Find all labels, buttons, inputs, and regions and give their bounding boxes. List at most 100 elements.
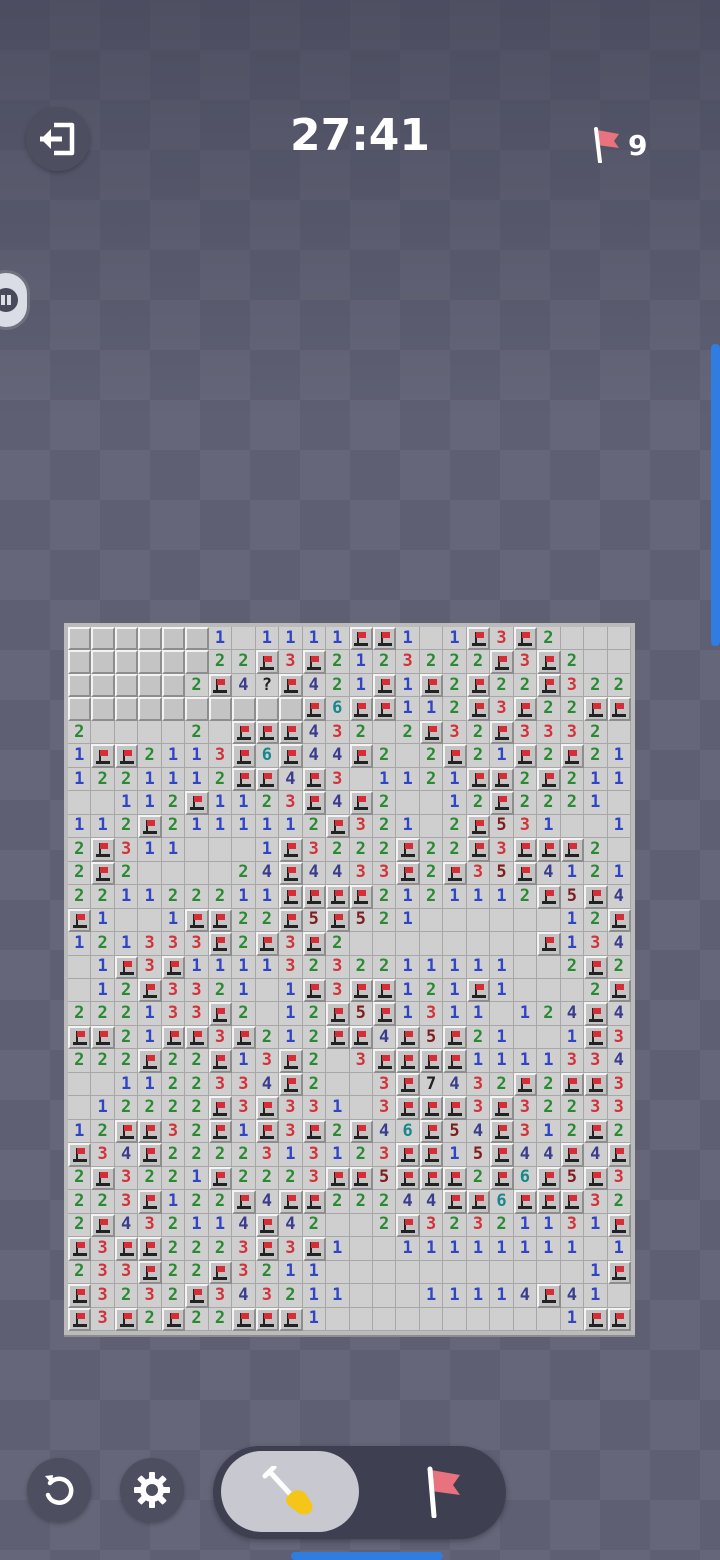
flagged-tile[interactable] (302, 1190, 327, 1214)
flagged-tile[interactable] (466, 979, 491, 1003)
hidden-tile[interactable] (114, 650, 139, 674)
flagged-tile[interactable] (349, 979, 373, 1003)
flagged-tile[interactable] (302, 979, 327, 1003)
flagged-tile[interactable] (584, 1025, 608, 1050)
flagged-tile[interactable] (443, 1096, 467, 1120)
flagged-tile[interactable] (607, 1143, 631, 1167)
flagged-tile[interactable] (396, 1025, 420, 1050)
flagged-tile[interactable] (513, 861, 538, 886)
flagged-tile[interactable] (372, 1049, 397, 1073)
settings-button[interactable] (120, 1458, 184, 1522)
flagged-tile[interactable] (232, 744, 256, 768)
undo-button[interactable] (27, 1458, 91, 1522)
hidden-tile[interactable] (138, 650, 162, 674)
flagged-tile[interactable] (607, 697, 631, 721)
hidden-tile[interactable] (91, 697, 115, 721)
flagged-tile[interactable] (208, 1002, 233, 1026)
chat-button[interactable] (0, 270, 30, 330)
hidden-tile[interactable] (185, 650, 209, 674)
flagged-tile[interactable] (490, 767, 514, 792)
flagged-tile[interactable] (372, 627, 397, 651)
flagged-tile[interactable] (513, 1190, 538, 1214)
flagged-tile[interactable] (279, 744, 303, 768)
flagged-tile[interactable] (326, 814, 350, 839)
flagged-tile[interactable] (537, 650, 561, 674)
flagged-tile[interactable] (349, 1119, 373, 1144)
exit-button[interactable] (26, 107, 90, 171)
flagged-tile[interactable] (419, 1119, 444, 1144)
flagged-tile[interactable] (279, 908, 303, 933)
flagged-tile[interactable] (466, 767, 491, 792)
flagged-tile[interactable] (138, 1119, 162, 1144)
hidden-tile[interactable] (185, 697, 209, 721)
flagged-tile[interactable] (584, 885, 608, 909)
flagged-tile[interactable] (396, 861, 420, 886)
flagged-tile[interactable] (466, 627, 491, 651)
flagged-tile[interactable] (161, 1307, 186, 1331)
flagged-tile[interactable] (302, 1119, 327, 1144)
flagged-tile[interactable] (91, 861, 115, 886)
flagged-tile[interactable] (279, 1072, 303, 1097)
flagged-tile[interactable] (138, 1049, 162, 1073)
flagged-tile[interactable] (537, 1190, 561, 1214)
flagged-tile[interactable] (349, 1166, 373, 1191)
flagged-tile[interactable] (302, 767, 327, 792)
hidden-tile[interactable] (232, 697, 256, 721)
flagged-tile[interactable] (396, 1213, 420, 1238)
flagged-tile[interactable] (607, 979, 631, 1003)
flagged-tile[interactable] (232, 767, 256, 792)
flagged-tile[interactable] (208, 1166, 233, 1191)
flagged-tile[interactable] (161, 955, 186, 979)
flagged-tile[interactable] (584, 955, 608, 979)
flagged-tile[interactable] (326, 1166, 350, 1191)
flagged-tile[interactable] (537, 767, 561, 792)
flagged-tile[interactable] (537, 932, 561, 956)
flagged-tile[interactable] (466, 673, 491, 698)
flagged-tile[interactable] (396, 1166, 420, 1191)
flagged-tile[interactable] (208, 1049, 233, 1073)
flagged-tile[interactable] (349, 1025, 373, 1050)
flagged-tile[interactable] (91, 1025, 115, 1050)
flagged-tile[interactable] (396, 1143, 420, 1167)
flagged-tile[interactable] (537, 838, 561, 862)
flagged-tile[interactable] (255, 1213, 280, 1238)
flagged-tile[interactable] (255, 1237, 280, 1261)
hidden-tile[interactable] (68, 650, 92, 674)
flagged-tile[interactable] (490, 1166, 514, 1191)
flagged-tile[interactable] (255, 720, 280, 745)
flagged-tile[interactable] (584, 1002, 608, 1026)
flagged-tile[interactable] (513, 627, 538, 651)
flagged-tile[interactable] (443, 1049, 467, 1073)
hidden-tile[interactable] (114, 697, 139, 721)
hidden-tile[interactable] (185, 627, 209, 651)
flagged-tile[interactable] (396, 838, 420, 862)
flagged-tile[interactable] (208, 932, 233, 956)
flagged-tile[interactable] (302, 697, 327, 721)
hidden-tile[interactable] (255, 697, 280, 721)
flagged-tile[interactable] (208, 908, 233, 933)
flagged-tile[interactable] (302, 885, 327, 909)
flagged-tile[interactable] (443, 861, 467, 886)
hidden-tile[interactable] (68, 697, 92, 721)
flagged-tile[interactable] (208, 1260, 233, 1285)
flagged-tile[interactable] (584, 1307, 608, 1331)
flagged-tile[interactable] (560, 838, 585, 862)
flagged-tile[interactable] (138, 1260, 162, 1285)
flagged-tile[interactable] (607, 1213, 631, 1238)
flagged-tile[interactable] (513, 1072, 538, 1097)
flagged-tile[interactable] (513, 744, 538, 768)
flagged-tile[interactable] (419, 673, 444, 698)
flagged-tile[interactable] (490, 1143, 514, 1167)
flagged-tile[interactable] (68, 1025, 92, 1050)
flagged-tile[interactable] (349, 627, 373, 651)
flagged-tile[interactable] (372, 697, 397, 721)
flagged-tile[interactable] (326, 1002, 350, 1026)
flagged-tile[interactable] (255, 1119, 280, 1144)
flagged-tile[interactable] (560, 744, 585, 768)
flagged-tile[interactable] (537, 673, 561, 698)
flagged-tile[interactable] (232, 1190, 256, 1214)
flagged-tile[interactable] (349, 697, 373, 721)
flagged-tile[interactable] (91, 1166, 115, 1191)
flagged-tile[interactable] (584, 697, 608, 721)
flagged-tile[interactable] (279, 838, 303, 862)
